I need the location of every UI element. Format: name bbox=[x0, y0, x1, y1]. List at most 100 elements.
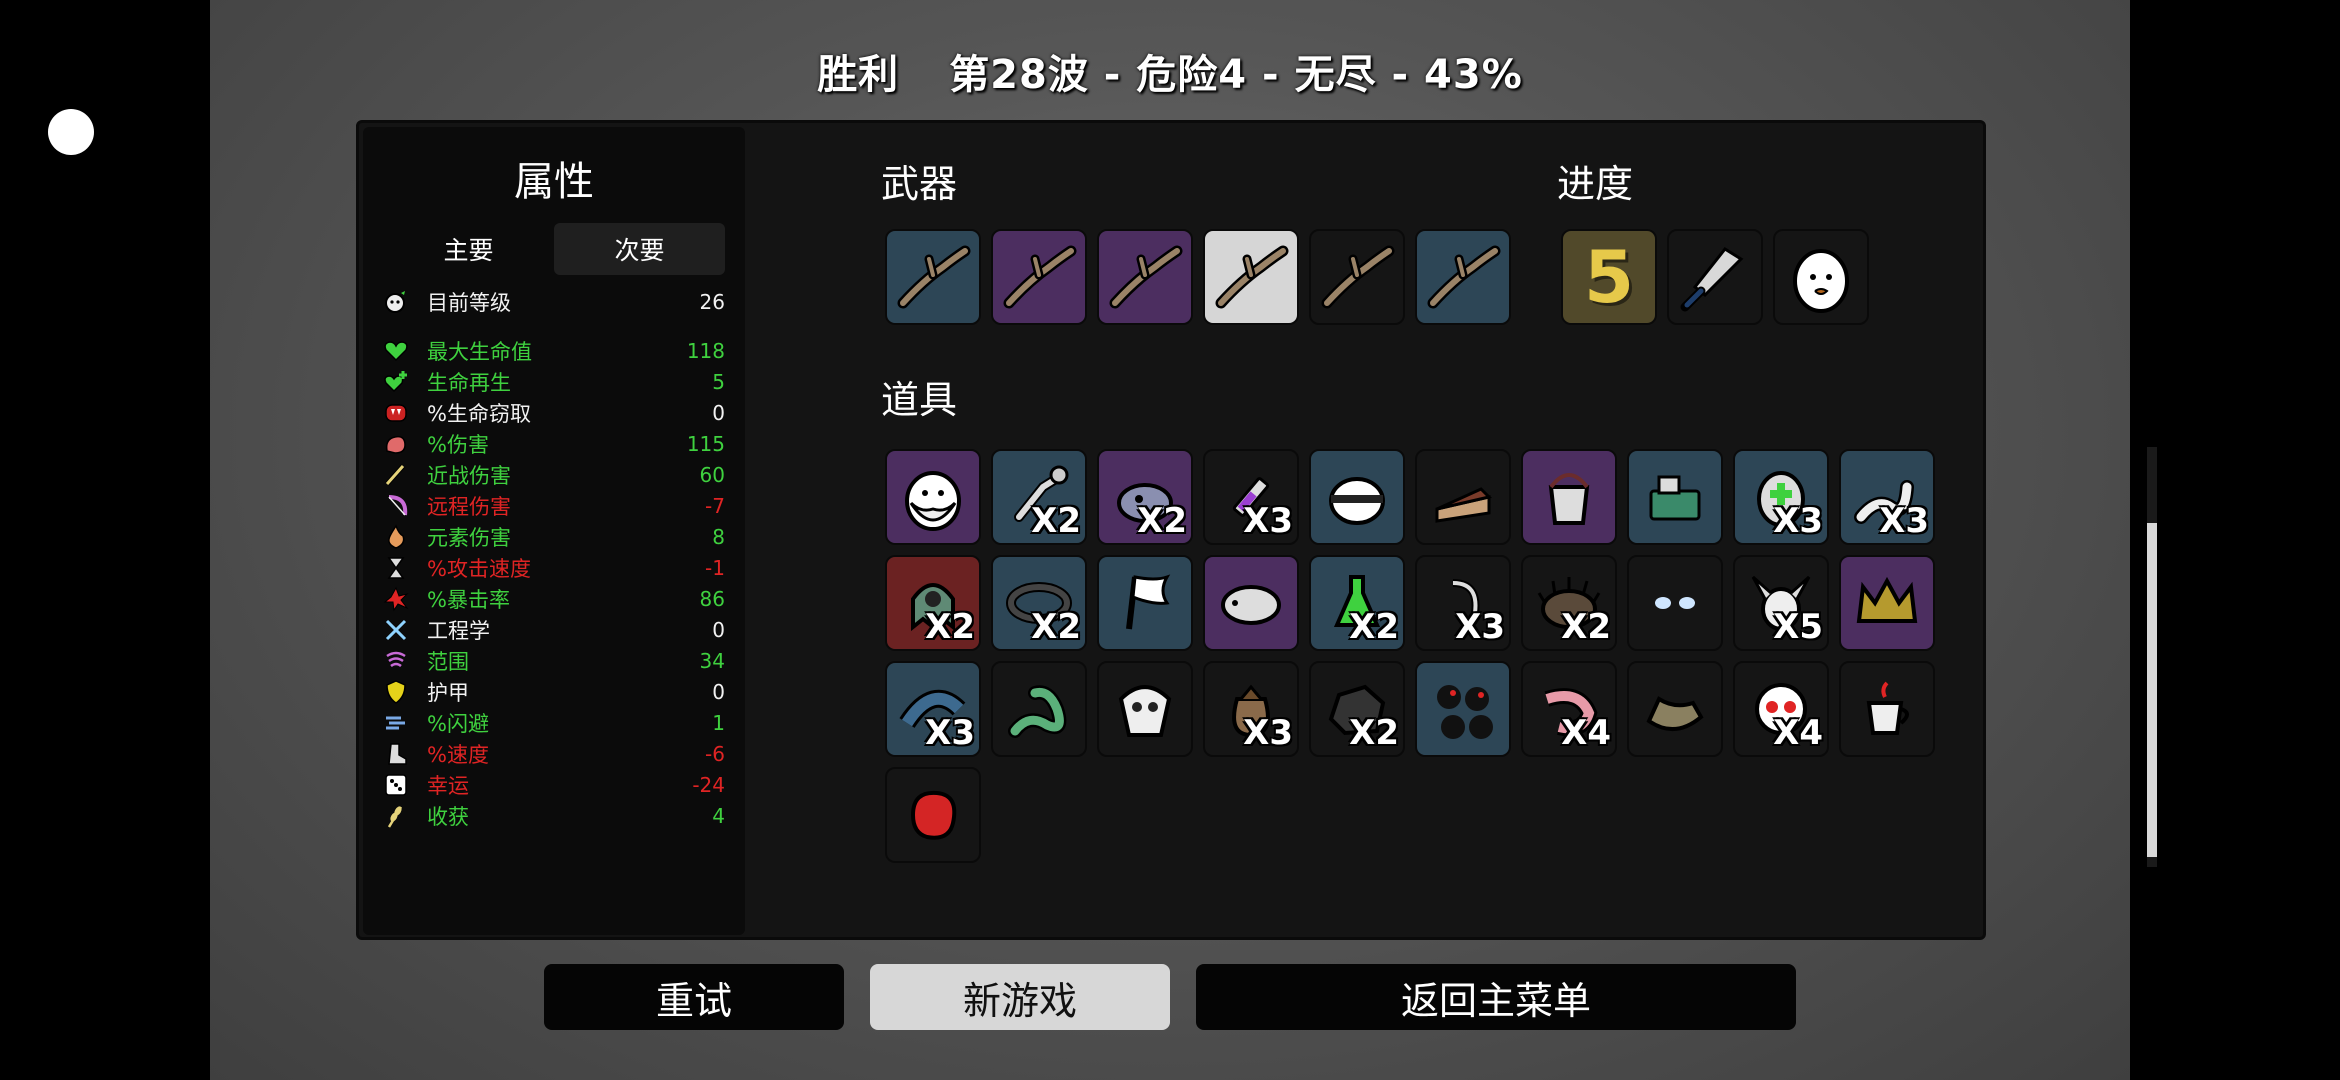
boxing-glove-icon bbox=[893, 775, 973, 855]
weapon-slots bbox=[885, 229, 1511, 325]
bombs-icon bbox=[1423, 669, 1503, 749]
syringe-slot[interactable]: X3 bbox=[1203, 449, 1299, 545]
shrimp-slot[interactable]: X4 bbox=[1521, 661, 1617, 757]
stat-label: %闪避 bbox=[427, 711, 489, 736]
item-quantity: X4 bbox=[1561, 713, 1611, 753]
tab-primary[interactable]: 主要 bbox=[383, 223, 554, 275]
sword-icon bbox=[383, 462, 409, 488]
glowing-eyes-icon bbox=[1635, 563, 1715, 643]
flame-icon bbox=[383, 523, 409, 550]
dice-icon bbox=[383, 772, 409, 798]
item-quantity: X3 bbox=[925, 713, 975, 753]
stat-label: %伤害 bbox=[427, 432, 489, 457]
stick-weapon-slot[interactable] bbox=[1097, 229, 1193, 325]
genie-lamp-slot[interactable] bbox=[1627, 661, 1723, 757]
stat-row: 元素伤害 8 bbox=[383, 521, 725, 552]
stick-weapon-icon bbox=[999, 237, 1079, 317]
skull-slot[interactable]: X4 bbox=[1733, 661, 1829, 757]
worm-slot[interactable]: X3 bbox=[1839, 449, 1935, 545]
stat-row: 工程学 0 bbox=[383, 614, 725, 645]
stat-row: %攻击速度 -1 bbox=[383, 552, 725, 583]
bearded-face-slot[interactable] bbox=[885, 449, 981, 545]
progress-title: 进度 bbox=[1557, 162, 1634, 206]
coffee-cup-icon bbox=[1847, 669, 1927, 749]
new-game-button[interactable]: 新游戏 bbox=[870, 964, 1170, 1030]
game-area: 胜利 第28波 - 危险4 - 无尽 - 43% 属性 主要 次要 目前等级 26… bbox=[210, 0, 2157, 1080]
item-quantity: X3 bbox=[1243, 713, 1293, 753]
stat-label: 幸运 bbox=[427, 773, 469, 798]
stat-value: 0 bbox=[712, 679, 725, 704]
danger-five-slot[interactable]: 5 bbox=[1561, 229, 1657, 325]
stick-weapon-slot[interactable] bbox=[1415, 229, 1511, 325]
tardigrade-slot[interactable] bbox=[1203, 555, 1299, 651]
egg-character-slot[interactable] bbox=[1773, 229, 1869, 325]
stat-label: 元素伤害 bbox=[427, 525, 511, 550]
cyclops-ghost-slot[interactable]: X2 bbox=[885, 555, 981, 651]
stat-label: 护甲 bbox=[427, 680, 469, 705]
helmet-chef-slot[interactable] bbox=[1309, 449, 1405, 545]
level-row: 目前等级 26 bbox=[383, 287, 725, 317]
crit-burst-icon bbox=[383, 586, 409, 612]
bucket-slot[interactable] bbox=[1521, 449, 1617, 545]
camera-cutout bbox=[48, 109, 94, 155]
stat-value: 0 bbox=[712, 617, 725, 642]
run-summary-title: 胜利 第28波 - 危险4 - 无尽 - 43% bbox=[210, 42, 2130, 100]
glowing-eyes-slot[interactable] bbox=[1627, 555, 1723, 651]
stat-label: 工程学 bbox=[427, 618, 490, 643]
stat-row: %闪避 1 bbox=[383, 707, 725, 738]
boxing-glove-slot[interactable] bbox=[885, 767, 981, 863]
rock-slot[interactable]: X2 bbox=[1309, 661, 1405, 757]
level-value: 26 bbox=[699, 290, 725, 314]
items-scrollbar-thumb[interactable] bbox=[2147, 523, 2157, 857]
sack-slot[interactable]: X3 bbox=[1203, 661, 1299, 757]
stat-row: 近战伤害 60 bbox=[383, 459, 725, 490]
helmet-chef-icon bbox=[1317, 457, 1397, 537]
main-menu-button[interactable]: 返回主菜单 bbox=[1196, 964, 1796, 1030]
stat-value: 0 bbox=[712, 400, 725, 425]
stat-label: 范围 bbox=[427, 649, 469, 674]
stat-label: 生命再生 bbox=[427, 370, 511, 395]
coffee-cup-slot[interactable] bbox=[1839, 661, 1935, 757]
belt-slot[interactable]: X2 bbox=[991, 555, 1087, 651]
heart-icon bbox=[383, 338, 409, 364]
potion-flask-slot[interactable]: X2 bbox=[1309, 555, 1405, 651]
stat-value: 34 bbox=[699, 648, 725, 673]
bird-bone-slot[interactable]: X2 bbox=[991, 449, 1087, 545]
alien-blob-slot[interactable]: X2 bbox=[1097, 449, 1193, 545]
horned-skull-slot[interactable]: X5 bbox=[1733, 555, 1829, 651]
stick-weapon-slot[interactable] bbox=[1203, 229, 1299, 325]
bombs-slot[interactable] bbox=[1415, 661, 1511, 757]
run-info: 第28波 - 危险4 - 无尽 - 43% bbox=[949, 52, 1523, 98]
heart-plus-icon bbox=[383, 369, 409, 395]
stat-row: 范围 34 bbox=[383, 645, 725, 676]
stick-weapon-slot[interactable] bbox=[1309, 229, 1405, 325]
retry-button[interactable]: 重试 bbox=[544, 964, 844, 1030]
item-quantity: X2 bbox=[1561, 607, 1611, 647]
stats-title: 属性 bbox=[514, 159, 594, 205]
items-row: X3 X3 X2 X4 X4 bbox=[885, 661, 1935, 757]
stat-value: 115 bbox=[686, 431, 725, 456]
cake-slice-slot[interactable] bbox=[1415, 449, 1511, 545]
stat-value: 118 bbox=[686, 338, 725, 363]
item-quantity: X3 bbox=[1773, 501, 1823, 541]
stick-weapon-icon bbox=[893, 237, 973, 317]
stat-row: 远程伤害 -7 bbox=[383, 490, 725, 521]
stat-value: 60 bbox=[699, 462, 725, 487]
snake-slot[interactable] bbox=[991, 661, 1087, 757]
tab-secondary[interactable]: 次要 bbox=[554, 223, 725, 275]
white-flag-slot[interactable] bbox=[1097, 555, 1193, 651]
machine-slot[interactable] bbox=[1627, 449, 1723, 545]
bandage-arm-slot[interactable]: X3 bbox=[885, 661, 981, 757]
items-row: X2 X2 X2 X3 X2 X5 bbox=[885, 555, 1935, 651]
bone-mask-slot[interactable] bbox=[1097, 661, 1193, 757]
stick-weapon-slot[interactable] bbox=[885, 229, 981, 325]
medic-helmet-slot[interactable]: X3 bbox=[1733, 449, 1829, 545]
hedgehog-slot[interactable]: X2 bbox=[1521, 555, 1617, 651]
vampire-mouth-icon bbox=[383, 400, 409, 426]
claw-hook-slot[interactable]: X3 bbox=[1415, 555, 1511, 651]
stick-weapon-slot[interactable] bbox=[991, 229, 1087, 325]
stat-label: %速度 bbox=[427, 742, 489, 767]
cleaver-slot[interactable] bbox=[1667, 229, 1763, 325]
spiked-crown-slot[interactable] bbox=[1839, 555, 1935, 651]
stick-weapon-icon bbox=[1317, 237, 1397, 317]
